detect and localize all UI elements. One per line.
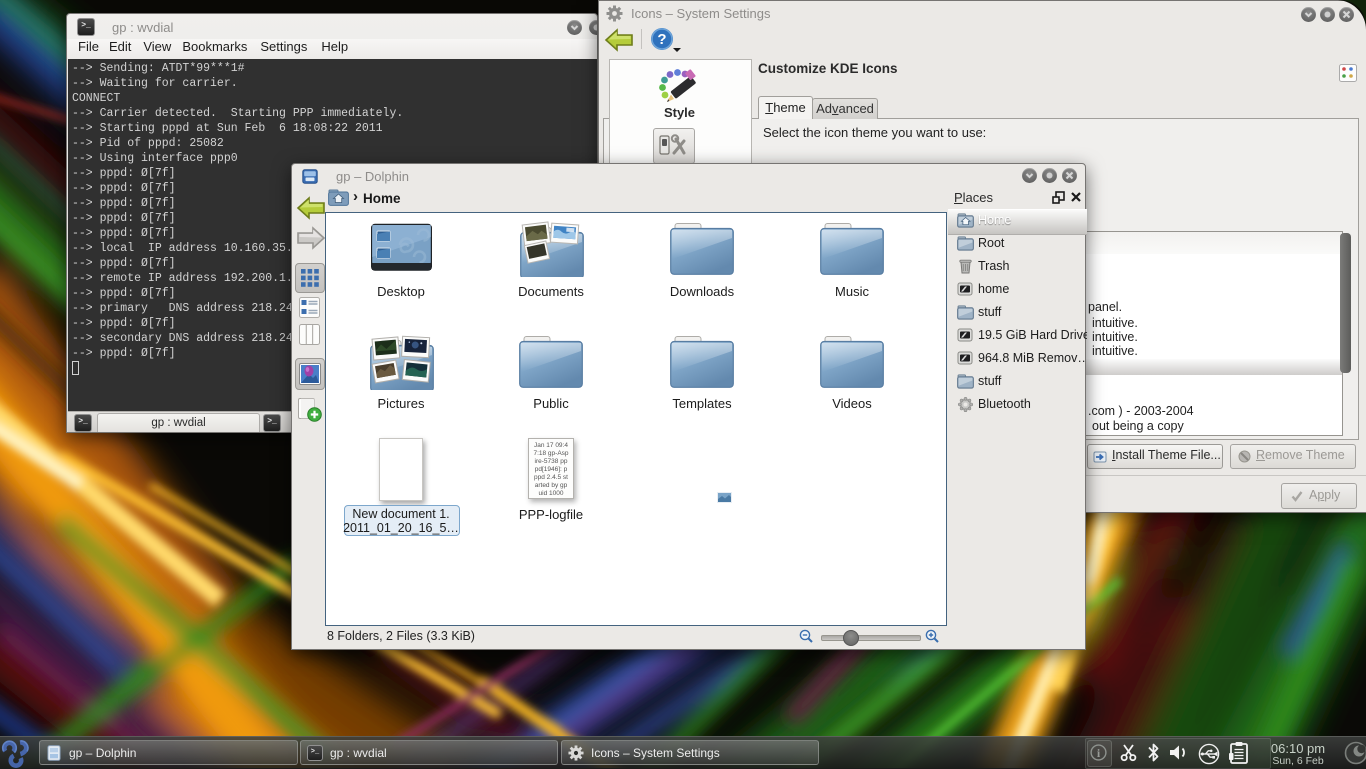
svg-text:i: i <box>1097 746 1101 760</box>
svg-text:?: ? <box>657 31 666 48</box>
